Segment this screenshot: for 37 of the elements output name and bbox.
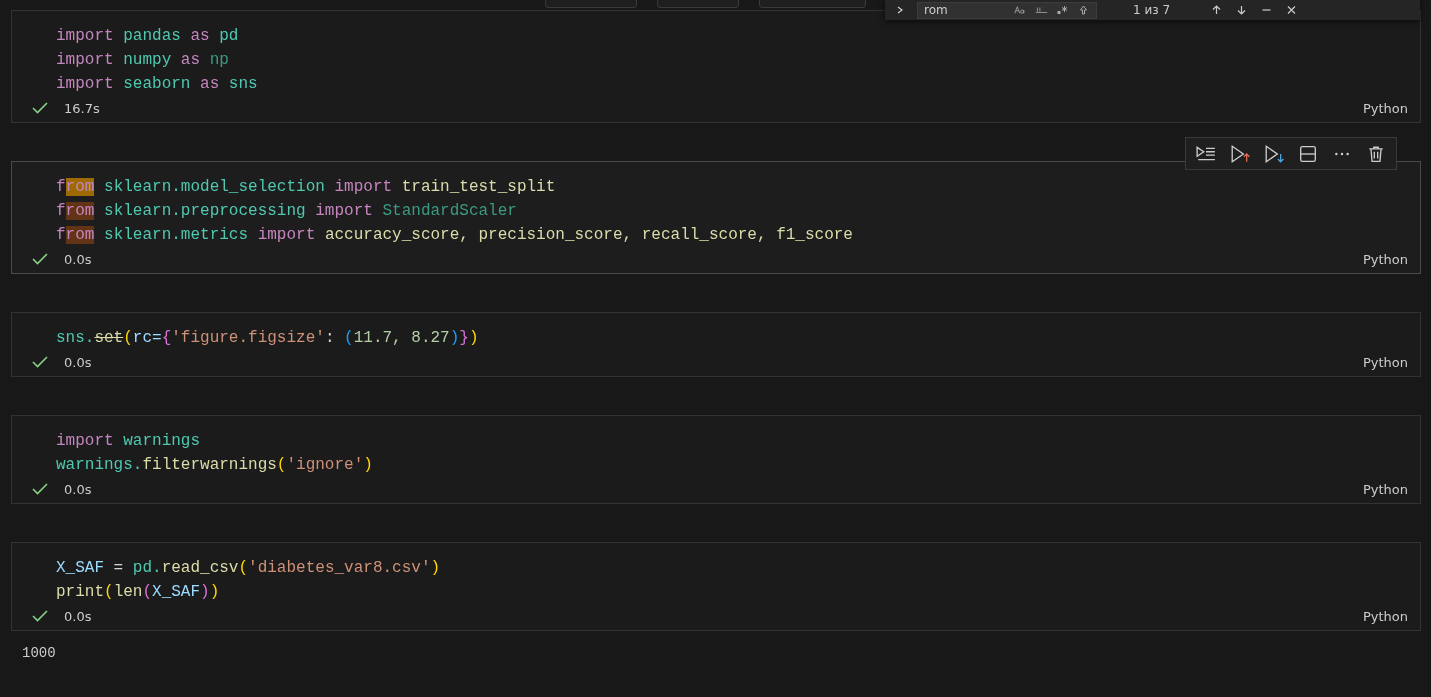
language-label[interactable]: Python xyxy=(1362,481,1408,497)
language-label[interactable]: Python xyxy=(1362,251,1408,267)
code-line: import numpy as np xyxy=(56,50,230,71)
split-cell-icon[interactable] xyxy=(1298,144,1318,163)
execution-time: 0.0s xyxy=(64,481,92,497)
code-line: import pandas as pd xyxy=(56,26,240,47)
match-case-icon[interactable] xyxy=(1014,5,1027,15)
chevron-icon[interactable] xyxy=(895,5,905,15)
language-label[interactable]: Python xyxy=(1362,608,1408,624)
delete-icon[interactable] xyxy=(1366,144,1386,163)
language-label[interactable]: Python xyxy=(1362,100,1408,116)
code-cell[interactable]: from sklearn.model_selection import train_test_split from sklearn.preprocessing import StandardScaler from sklearn.metrics import accuracy_score, precision_score, recall_score, f1_score 0.0s Python xyxy=(11,161,1421,274)
code-line: import seaborn as sns xyxy=(56,74,259,95)
code-cell[interactable]: import warnings warnings.filterwarnings('ignore') 0.0s Python xyxy=(11,415,1421,504)
run-above-icon[interactable] xyxy=(1230,144,1250,163)
code-line: from sklearn.metrics import accuracy_score, precision_score, recall_score, f1_score xyxy=(56,225,854,246)
code-line: print(len(X_SAF)) xyxy=(56,582,221,603)
execution-time: 0.0s xyxy=(64,354,92,370)
code-line: import warnings xyxy=(56,431,202,452)
code-line: warnings.filterwarnings('ignore') xyxy=(56,455,374,476)
code-cell[interactable]: sns.set(rc={'figure.figsize': (11.7, 8.27)}) 0.0s Python xyxy=(11,312,1421,377)
regex-icon[interactable] xyxy=(1056,5,1069,15)
code-line: sns.set(rc={'figure.figsize': (11.7, 8.27)}) xyxy=(56,328,480,349)
preserve-case-icon[interactable] xyxy=(1077,5,1090,15)
code-line: from sklearn.preprocessing import StandardScaler xyxy=(56,201,518,222)
code-cell[interactable]: X_SAF = pd.read_csv('diabetes_var8.csv') print(len(X_SAF)) 0.0s Python xyxy=(11,542,1421,631)
code-line: X_SAF = pd.read_csv('diabetes_var8.csv') xyxy=(56,558,442,579)
run-below-icon[interactable] xyxy=(1264,144,1284,163)
execution-time: 0.0s xyxy=(64,251,92,267)
run-by-line-icon[interactable] xyxy=(1196,144,1216,163)
execution-time: 0.0s xyxy=(64,608,92,624)
whole-word-icon[interactable] xyxy=(1035,5,1048,15)
cell-output: 1000 xyxy=(22,645,56,661)
execution-time: 16.7s xyxy=(64,100,100,116)
find-input[interactable]: rom xyxy=(917,1,1097,19)
code-line: from sklearn.model_selection import train_test_split xyxy=(56,177,557,198)
language-label[interactable]: Python xyxy=(1362,354,1408,370)
